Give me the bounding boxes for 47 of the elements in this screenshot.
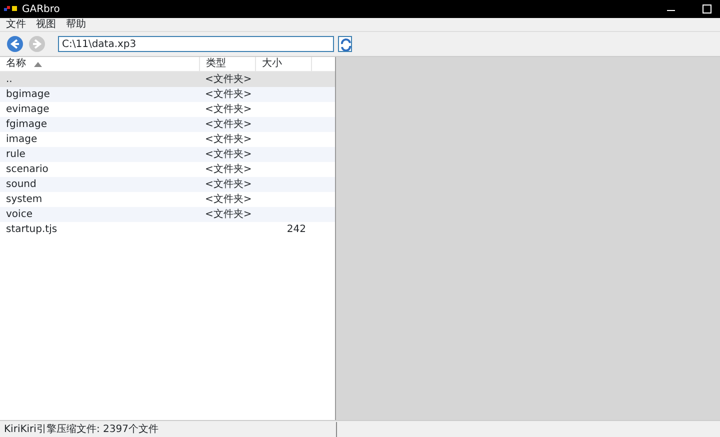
file-row[interactable]: startup.tjs 242	[0, 222, 335, 237]
table-cell: bgimage	[6, 88, 50, 100]
file-row[interactable]: rule <文件夹>	[0, 147, 335, 162]
table-cell: <文件夹>	[205, 88, 252, 100]
app-logo-icon	[4, 5, 18, 13]
file-row[interactable]: voice <文件夹>	[0, 207, 335, 222]
table-cell: sound	[6, 178, 36, 190]
table-cell: <文件夹>	[205, 164, 252, 174]
file-row[interactable]: bgimage <文件夹>	[0, 87, 335, 102]
table-cell: <文件夹>	[205, 134, 252, 144]
file-row[interactable]: system <文件夹>	[0, 192, 335, 207]
maximize-icon[interactable]	[702, 4, 712, 14]
table-cell: <文件夹>	[205, 104, 252, 114]
table-cell: system	[6, 194, 42, 204]
table-cell: fgimage	[6, 118, 48, 130]
table-cell: scenario	[6, 164, 48, 174]
table-cell: <文件夹>	[205, 74, 252, 84]
menu-item[interactable]: 文件	[6, 17, 26, 32]
table-cell: rule	[6, 148, 26, 160]
refresh-icon[interactable]	[338, 36, 352, 52]
table-cell: ..	[6, 74, 12, 84]
column-header[interactable]: 名称	[0, 57, 200, 71]
table-cell: <文件夹>	[205, 178, 252, 190]
file-row[interactable]: sound <文件夹>	[0, 177, 335, 192]
table-cell: <文件夹>	[205, 208, 252, 220]
table-cell: image	[6, 134, 38, 144]
table-cell: startup.tjs	[6, 224, 58, 234]
path-field[interactable]: C:\11\data.xp3	[58, 36, 334, 52]
menu-item[interactable]: 帮助	[66, 17, 86, 32]
table-cell: 242	[286, 224, 306, 234]
file-row[interactable]: evimage <文件夹>	[0, 102, 335, 117]
file-row[interactable]: image <文件夹>	[0, 132, 335, 147]
table-cell: evimage	[6, 104, 50, 114]
column-header[interactable]: 类型	[200, 57, 256, 71]
column-header[interactable]: 大小	[256, 57, 312, 71]
status-text: KiriKiri引擎压缩文件: 2397个文件	[0, 422, 337, 436]
sort-arrow-icon	[34, 62, 42, 66]
file-row[interactable]: .. <文件夹>	[0, 72, 335, 87]
file-row[interactable]: scenario <文件夹>	[0, 162, 335, 177]
table-cell: <文件夹>	[205, 118, 252, 130]
back-button[interactable]	[6, 35, 24, 53]
table-cell: voice	[6, 208, 32, 220]
file-row[interactable]: fgimage <文件夹>	[0, 117, 335, 132]
window-title: GARbro	[22, 2, 60, 16]
menu-item[interactable]: 视图	[36, 17, 56, 32]
table-cell: <文件夹>	[205, 194, 252, 204]
table-cell: <文件夹>	[205, 148, 252, 160]
